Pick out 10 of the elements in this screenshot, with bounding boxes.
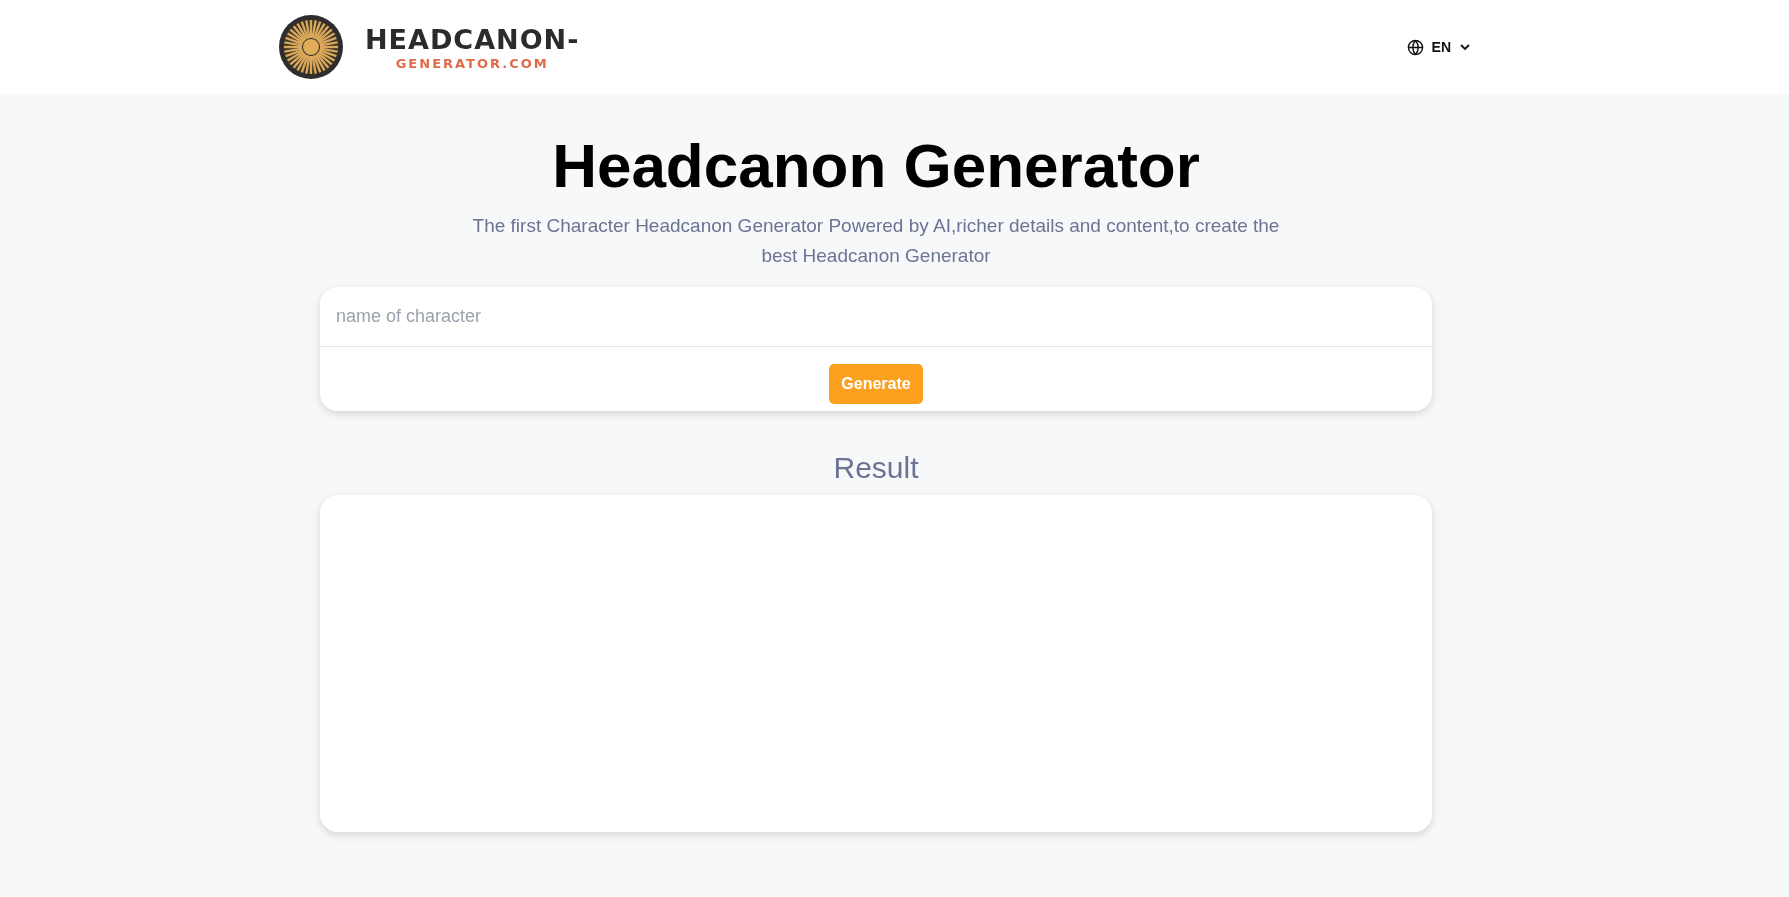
logo-icon — [277, 13, 345, 81]
page-title: Headcanon Generator — [552, 130, 1200, 201]
character-name-field[interactable]: name of character — [320, 287, 1432, 347]
globe-icon — [1406, 38, 1424, 56]
page-subtitle: The first Character Headcanon Generator Powered by AI,richer details and content,to create the best Headcanon Generator — [471, 214, 1281, 268]
caret-icon — [1459, 43, 1471, 51]
result-heading: Result — [833, 451, 919, 485]
logo-subtext: GENERATOR.COM — [395, 55, 549, 71]
logo-text: HEADCANON- — [365, 23, 580, 55]
language-selector[interactable]: EN — [1402, 34, 1475, 60]
